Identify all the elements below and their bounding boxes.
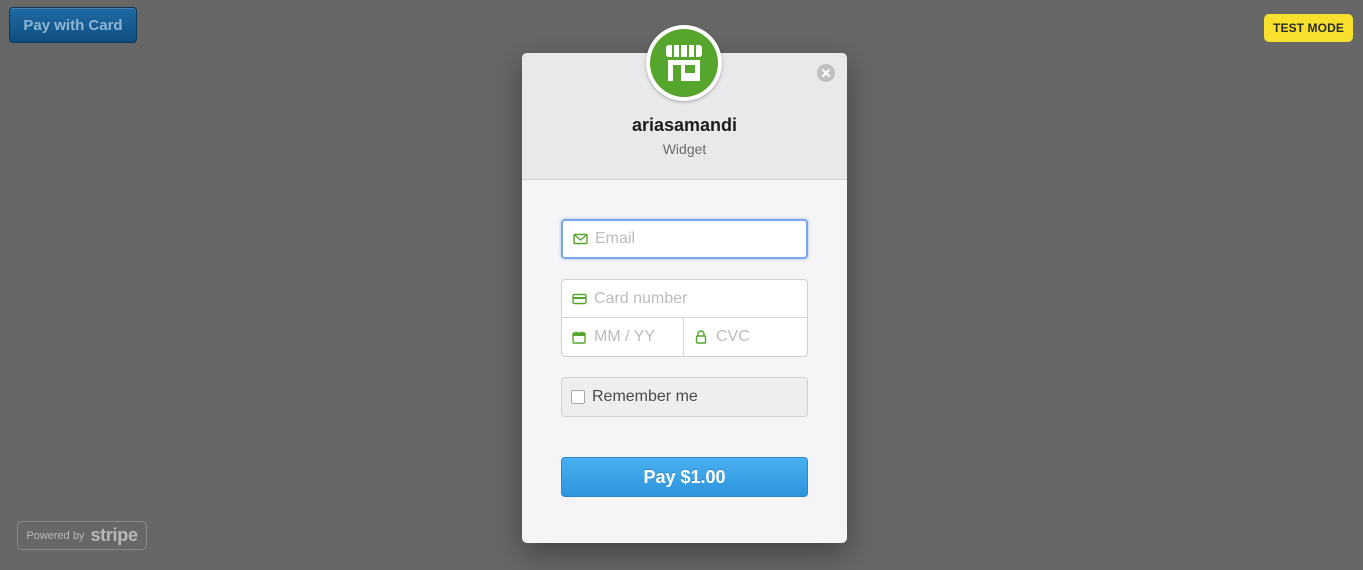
expiry-input[interactable] [594, 328, 674, 346]
stripe-logo: stripe [90, 525, 138, 545]
modal-header: ariasamandi Widget [522, 25, 847, 180]
merchant-name: ariasamandi [631, 115, 738, 135]
email-field[interactable] [561, 219, 808, 259]
merchant-description: Widget [662, 141, 707, 157]
cvc-input[interactable] [716, 328, 796, 346]
lock-icon [693, 329, 709, 345]
card-details-group [561, 279, 808, 357]
powered-by-label: Powered by [26, 529, 85, 542]
close-icon[interactable] [817, 64, 835, 82]
remember-me-row[interactable]: Remember me [561, 377, 808, 417]
calendar-icon [571, 329, 587, 345]
email-input[interactable] [595, 230, 775, 248]
cvc-field[interactable] [684, 318, 807, 356]
card-number-input[interactable] [594, 289, 784, 308]
expiry-field[interactable] [562, 318, 684, 356]
remember-me-checkbox[interactable] [571, 390, 585, 404]
merchant-logo [646, 25, 722, 101]
test-mode-badge: TEST MODE [1264, 14, 1353, 42]
pay-button[interactable]: Pay $1.00 [561, 457, 808, 497]
remember-me-label: Remember me [592, 388, 698, 405]
pay-with-card-button[interactable]: Pay with Card [9, 7, 137, 43]
checkout-modal: ariasamandi Widget Email Card number MM … [522, 25, 847, 543]
powered-by-stripe-link[interactable]: Powered by stripe [17, 521, 147, 550]
credit-card-icon [571, 291, 587, 307]
store-icon [650, 29, 718, 97]
envelope-icon [572, 231, 588, 247]
card-number-field[interactable] [562, 280, 807, 318]
